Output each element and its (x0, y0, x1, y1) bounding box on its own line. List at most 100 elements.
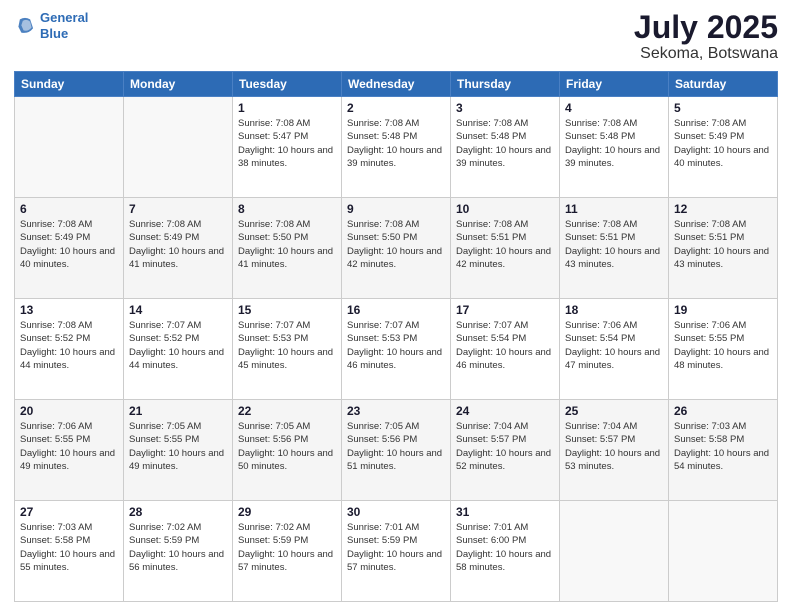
sunrise-label: Sunrise: 7:08 AM (456, 118, 528, 129)
col-friday: Friday (560, 72, 669, 97)
day-info: Sunrise: 7:08 AMSunset: 5:51 PMDaylight:… (674, 218, 772, 271)
sunset-label: Sunset: 5:58 PM (20, 535, 90, 546)
daylight-label: Daylight: 10 hours and 38 minutes. (238, 145, 333, 169)
calendar-cell: 22Sunrise: 7:05 AMSunset: 5:56 PMDayligh… (233, 400, 342, 501)
sunset-label: Sunset: 5:59 PM (129, 535, 199, 546)
sunset-label: Sunset: 6:00 PM (456, 535, 526, 546)
day-number: 29 (238, 505, 336, 519)
sunrise-label: Sunrise: 7:07 AM (129, 320, 201, 331)
calendar-cell: 31Sunrise: 7:01 AMSunset: 6:00 PMDayligh… (451, 501, 560, 602)
sunset-label: Sunset: 5:53 PM (238, 333, 308, 344)
daylight-label: Daylight: 10 hours and 40 minutes. (674, 145, 769, 169)
col-thursday: Thursday (451, 72, 560, 97)
sunset-label: Sunset: 5:57 PM (456, 434, 526, 445)
day-info: Sunrise: 7:01 AMSunset: 5:59 PMDaylight:… (347, 521, 445, 574)
daylight-label: Daylight: 10 hours and 44 minutes. (20, 347, 115, 371)
day-info: Sunrise: 7:07 AMSunset: 5:53 PMDaylight:… (347, 319, 445, 372)
sunrise-label: Sunrise: 7:08 AM (674, 118, 746, 129)
calendar-cell: 26 Sunrise: 7:03 AMSunset: 5:58 PMDayligh… (669, 400, 778, 501)
sunrise-label: Sunrise: 7:08 AM (20, 320, 92, 331)
day-info: Sunrise: 7:05 AMSunset: 5:55 PMDaylight:… (129, 420, 227, 473)
calendar-cell (560, 501, 669, 602)
daylight-label: Daylight: 10 hours and 56 minutes. (129, 549, 224, 573)
calendar-cell: 20Sunrise: 7:06 AMSunset: 5:55 PMDayligh… (15, 400, 124, 501)
day-number: 16 (347, 303, 445, 317)
day-number: 30 (347, 505, 445, 519)
sunrise-label: Sunrise: 7:07 AM (238, 320, 310, 331)
daylight-label: Daylight: 10 hours and 42 minutes. (456, 246, 551, 270)
daylight-label: Daylight: 10 hours and 50 minutes. (238, 448, 333, 472)
day-number: 31 (456, 505, 554, 519)
sunrise-label: Sunrise: 7:08 AM (129, 219, 201, 230)
day-number: 26 (674, 404, 772, 418)
sunset-label: Sunset: 5:49 PM (129, 232, 199, 243)
sunrise-label: Sunrise: 7:04 AM (565, 421, 637, 432)
sunrise-label: Sunrise: 7:08 AM (238, 118, 310, 129)
day-info: Sunrise: 7:07 AMSunset: 5:53 PMDaylight:… (238, 319, 336, 372)
header: General Blue July 2025 Sekoma, Botswana (14, 10, 778, 63)
calendar-cell: 12 Sunrise: 7:08 AMSunset: 5:51 PMDayligh… (669, 198, 778, 299)
day-number: 12 (674, 202, 772, 216)
logo-text: General Blue (40, 10, 88, 41)
day-info: Sunrise: 7:08 AM Sunset: 5:48 PM Daylight:… (456, 117, 554, 170)
calendar-week-row: 1Sunrise: 7:08 AMSunset: 5:47 PMDaylight… (15, 97, 778, 198)
sunrise-label: Sunrise: 7:08 AM (565, 118, 637, 129)
daylight-label: Daylight: 10 hours and 46 minutes. (347, 347, 442, 371)
day-number: 18 (565, 303, 663, 317)
day-info: Sunrise: 7:04 AMSunset: 5:57 PMDaylight:… (456, 420, 554, 473)
day-number: 27 (20, 505, 118, 519)
day-number: 6 (20, 202, 118, 216)
daylight-label: Daylight: 10 hours and 39 minutes. (347, 145, 442, 169)
day-info: Sunrise: 7:06 AMSunset: 5:55 PMDaylight:… (674, 319, 772, 372)
day-number: 7 (129, 202, 227, 216)
calendar-cell: 24Sunrise: 7:04 AMSunset: 5:57 PMDayligh… (451, 400, 560, 501)
col-wednesday: Wednesday (342, 72, 451, 97)
sunset-label: Sunset: 5:48 PM (456, 131, 526, 142)
daylight-label: Daylight: 10 hours and 58 minutes. (456, 549, 551, 573)
sunset-label: Sunset: 5:52 PM (20, 333, 90, 344)
daylight-label: Daylight: 10 hours and 39 minutes. (456, 145, 551, 169)
sunset-label: Sunset: 5:49 PM (674, 131, 744, 142)
calendar-header-row: Sunday Monday Tuesday Wednesday Thursday… (15, 72, 778, 97)
logo-line1: General (40, 10, 88, 25)
col-monday: Monday (124, 72, 233, 97)
sunset-label: Sunset: 5:54 PM (565, 333, 635, 344)
daylight-label: Daylight: 10 hours and 55 minutes. (20, 549, 115, 573)
day-info: Sunrise: 7:03 AMSunset: 5:58 PMDaylight:… (20, 521, 118, 574)
calendar-cell: 10Sunrise: 7:08 AMSunset: 5:51 PMDayligh… (451, 198, 560, 299)
calendar-cell: 30 Sunrise: 7:01 AMSunset: 5:59 PMDayligh… (342, 501, 451, 602)
calendar-week-row: 6 Sunrise: 7:08 AM Sunset: 5:49 PM Daylight… (15, 198, 778, 299)
calendar-cell: 4Sunrise: 7:08 AMSunset: 5:48 PMDaylight… (560, 97, 669, 198)
daylight-label: Daylight: 10 hours and 42 minutes. (347, 246, 442, 270)
calendar-cell: 21 Sunrise: 7:05 AMSunset: 5:55 PMDayligh… (124, 400, 233, 501)
page: General Blue July 2025 Sekoma, Botswana … (0, 0, 792, 612)
day-info: Sunrise: 7:04 AMSunset: 5:57 PMDaylight:… (565, 420, 663, 473)
day-info: Sunrise: 7:02 AMSunset: 5:59 PMDaylight:… (238, 521, 336, 574)
day-info: Sunrise: 7:07 AMSunset: 5:54 PMDaylight:… (456, 319, 554, 372)
calendar-cell: 11Sunrise: 7:08 AMSunset: 5:51 PMDayligh… (560, 198, 669, 299)
col-sunday: Sunday (15, 72, 124, 97)
calendar-cell: 15Sunrise: 7:07 AMSunset: 5:53 PMDayligh… (233, 299, 342, 400)
calendar-week-row: 13Sunrise: 7:08 AMSunset: 5:52 PMDayligh… (15, 299, 778, 400)
sunrise-label: Sunrise: 7:07 AM (347, 320, 419, 331)
sunset-label: Sunset: 5:48 PM (347, 131, 417, 142)
day-number: 25 (565, 404, 663, 418)
calendar-cell: 5Sunrise: 7:08 AMSunset: 5:49 PMDaylight… (669, 97, 778, 198)
calendar-cell: 9Sunrise: 7:08 AMSunset: 5:50 PMDaylight… (342, 198, 451, 299)
sunset-label: Sunset: 5:54 PM (456, 333, 526, 344)
sunset-label: Sunset: 5:58 PM (674, 434, 744, 445)
sunrise-label: Sunrise: 7:05 AM (347, 421, 419, 432)
day-number: 21 (129, 404, 227, 418)
sunrise-label: Sunrise: 7:08 AM (238, 219, 310, 230)
sunset-label: Sunset: 5:51 PM (565, 232, 635, 243)
day-info: Sunrise: 7:08 AM Sunset: 5:49 PM Daylight:… (674, 117, 772, 170)
sunset-label: Sunset: 5:51 PM (674, 232, 744, 243)
daylight-label: Daylight: 10 hours and 54 minutes. (674, 448, 769, 472)
calendar-cell (669, 501, 778, 602)
daylight-label: Daylight: 10 hours and 44 minutes. (129, 347, 224, 371)
day-number: 11 (565, 202, 663, 216)
day-number: 10 (456, 202, 554, 216)
day-info: Sunrise: 7:03 AMSunset: 5:58 PMDaylight:… (674, 420, 772, 473)
col-saturday: Saturday (669, 72, 778, 97)
daylight-label: Daylight: 10 hours and 51 minutes. (347, 448, 442, 472)
